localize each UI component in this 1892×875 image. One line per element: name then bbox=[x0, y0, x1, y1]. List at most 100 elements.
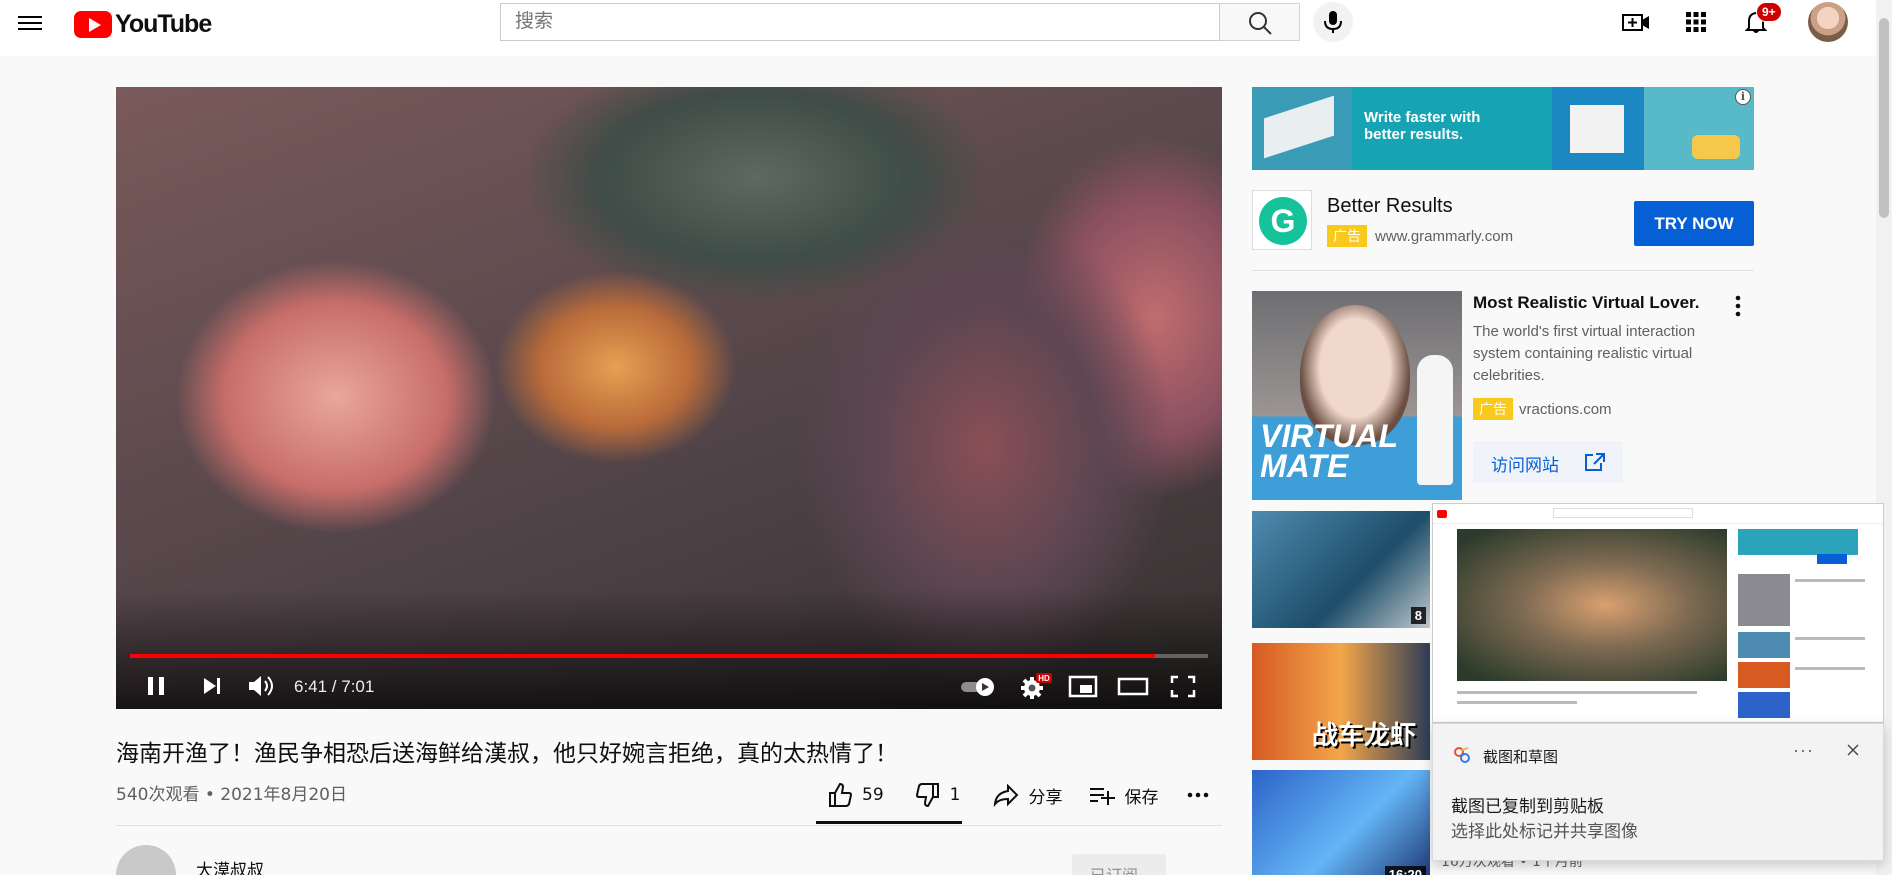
like-button[interactable]: 59 bbox=[826, 781, 884, 809]
toast-title: 截图已复制到剪贴板 bbox=[1451, 797, 1604, 817]
ad-description: The world's first virtual interaction sy… bbox=[1473, 323, 1696, 384]
hamburger-menu-icon[interactable] bbox=[18, 12, 42, 32]
ad-title[interactable]: Most Realistic Virtual Lover. bbox=[1473, 293, 1699, 313]
video-player[interactable]: 6:41 / 7:01 HD bbox=[116, 87, 1222, 709]
hd-badge: HD bbox=[1038, 674, 1050, 683]
search-input[interactable] bbox=[501, 4, 1219, 40]
preview-video bbox=[1457, 529, 1727, 681]
recommended-video-thumbnail[interactable]: 战车龙虾 bbox=[1252, 643, 1430, 760]
ad-title[interactable]: Better Results bbox=[1327, 195, 1453, 218]
playlist-add-icon bbox=[1090, 788, 1116, 805]
miniplayer-button[interactable] bbox=[1066, 671, 1100, 701]
subscribed-button[interactable]: 已订阅 bbox=[1072, 854, 1166, 875]
fullscreen-icon bbox=[1170, 675, 1196, 698]
volume-icon bbox=[249, 676, 273, 696]
voice-search-button[interactable] bbox=[1313, 2, 1353, 42]
snip-notification-toast[interactable]: 截图和草图 ··· 截图已复制到剪贴板 选择此处标记并共享图像 bbox=[1432, 723, 1884, 861]
save-label: 保存 bbox=[1124, 787, 1159, 808]
ad-domain: www.grammarly.com bbox=[1375, 227, 1514, 245]
preview-header bbox=[1433, 504, 1883, 524]
video-view-date: 540次观看 • 2021年8月20日 bbox=[116, 785, 347, 805]
more-actions-button[interactable] bbox=[1186, 783, 1218, 807]
try-now-button[interactable]: TRY NOW bbox=[1634, 201, 1754, 246]
recommended-video-thumbnail[interactable]: 16:20 bbox=[1252, 770, 1430, 875]
progress-bar[interactable] bbox=[130, 654, 1208, 658]
search-icon bbox=[1249, 12, 1272, 35]
more-horiz-icon bbox=[1188, 792, 1209, 798]
notification-badge: 9+ bbox=[1756, 2, 1782, 22]
grid-icon bbox=[1686, 12, 1706, 32]
virtual-mate-ad-image[interactable]: VIRTUAL MATE bbox=[1252, 291, 1462, 500]
ad-label: 广告 bbox=[1473, 398, 1513, 420]
banner-ad-text: Write faster with better results. bbox=[1364, 109, 1481, 143]
miniplayer-icon bbox=[1068, 675, 1098, 698]
toast-app-name: 截图和草图 bbox=[1483, 748, 1559, 766]
scrollbar-thumb[interactable] bbox=[1879, 18, 1889, 218]
search-box bbox=[500, 3, 1220, 41]
autoplay-toggle-icon bbox=[961, 678, 994, 696]
ad-domain: vractions.com bbox=[1519, 400, 1612, 418]
sidebar-divider bbox=[1252, 270, 1754, 271]
snipping-tool-icon bbox=[1454, 747, 1470, 763]
recommended-video-thumbnail[interactable]: 8 bbox=[1252, 511, 1430, 628]
time-display: 6:41 / 7:01 bbox=[294, 677, 375, 696]
like-count: 59 bbox=[862, 785, 884, 805]
youtube-logo[interactable]: YouTube bbox=[74, 10, 212, 39]
save-button[interactable]: 保存 bbox=[1088, 781, 1158, 809]
fullscreen-button[interactable] bbox=[1166, 671, 1200, 701]
ad-label: 广告 bbox=[1327, 225, 1367, 247]
dislike-count: 1 bbox=[949, 785, 961, 805]
share-button[interactable]: 分享 bbox=[992, 781, 1062, 809]
user-avatar[interactable] bbox=[1808, 2, 1848, 42]
next-button[interactable] bbox=[200, 671, 224, 701]
share-label: 分享 bbox=[1028, 787, 1063, 808]
toast-body: 选择此处标记并共享图像 bbox=[1451, 822, 1638, 842]
next-icon bbox=[204, 678, 220, 694]
settings-button[interactable]: HD bbox=[1018, 671, 1052, 701]
create-video-button[interactable] bbox=[1620, 8, 1652, 36]
pause-button[interactable] bbox=[144, 671, 168, 701]
pause-icon bbox=[148, 677, 164, 695]
ad-domain-row: 广告 www.grammarly.com bbox=[1327, 225, 1513, 247]
dislike-button[interactable]: 1 bbox=[914, 781, 961, 809]
theater-mode-button[interactable] bbox=[1116, 671, 1150, 701]
ad-device bbox=[1417, 355, 1453, 485]
video-actions: 59 1 分享 保存 bbox=[816, 778, 1218, 812]
search-button[interactable] bbox=[1220, 3, 1300, 41]
screenshot-preview[interactable] bbox=[1432, 503, 1884, 723]
ad-image-text: VIRTUAL MATE bbox=[1260, 418, 1399, 484]
video-duration: 8 bbox=[1410, 607, 1426, 624]
close-icon[interactable] bbox=[1845, 742, 1861, 758]
player-controls: 6:41 / 7:01 HD bbox=[116, 665, 1222, 709]
video-title: 海南开渔了！渔民争相恐后送海鲜给漢叔，他只好婉言拒绝，真的太热情了！ bbox=[116, 741, 898, 767]
ad-info-icon[interactable]: i bbox=[1735, 89, 1751, 105]
thumbs-down-icon bbox=[915, 783, 939, 808]
gear-icon: HD bbox=[1021, 673, 1052, 699]
more-vert-icon bbox=[1735, 295, 1741, 317]
section-divider bbox=[116, 825, 1222, 826]
channel-avatar[interactable] bbox=[116, 845, 176, 875]
share-icon bbox=[994, 783, 1019, 808]
youtube-play-icon bbox=[74, 11, 112, 38]
volume-button[interactable] bbox=[246, 671, 276, 701]
channel-name[interactable]: 大漠叔叔 bbox=[196, 856, 264, 875]
mic-icon bbox=[1324, 11, 1342, 33]
visit-site-button[interactable]: 访问网站 bbox=[1473, 441, 1623, 483]
logo-text: YouTube bbox=[115, 10, 212, 38]
masthead: YouTube 搜索 9+ bbox=[0, 0, 1892, 56]
video-duration: 16:20 bbox=[1384, 866, 1426, 875]
thumbnail-caption: 战车龙虾 bbox=[1312, 721, 1417, 751]
theater-mode-icon bbox=[1117, 677, 1149, 696]
external-link-icon bbox=[1585, 453, 1605, 471]
grammarly-logo: G bbox=[1252, 190, 1312, 250]
autoplay-toggle[interactable] bbox=[958, 671, 1000, 701]
thumbs-up-icon bbox=[829, 782, 853, 807]
grammarly-banner-ad[interactable]: Write faster with better results. bbox=[1252, 87, 1754, 170]
apps-button[interactable] bbox=[1680, 8, 1712, 36]
like-ratio-bar bbox=[816, 821, 962, 824]
ad-menu-button[interactable] bbox=[1732, 293, 1744, 319]
ad-domain-row: 广告 vractions.com bbox=[1473, 398, 1612, 420]
progress-fill bbox=[130, 654, 1156, 658]
toast-more-options-button[interactable]: ··· bbox=[1793, 740, 1814, 761]
video-camera-plus-icon bbox=[1622, 14, 1649, 31]
